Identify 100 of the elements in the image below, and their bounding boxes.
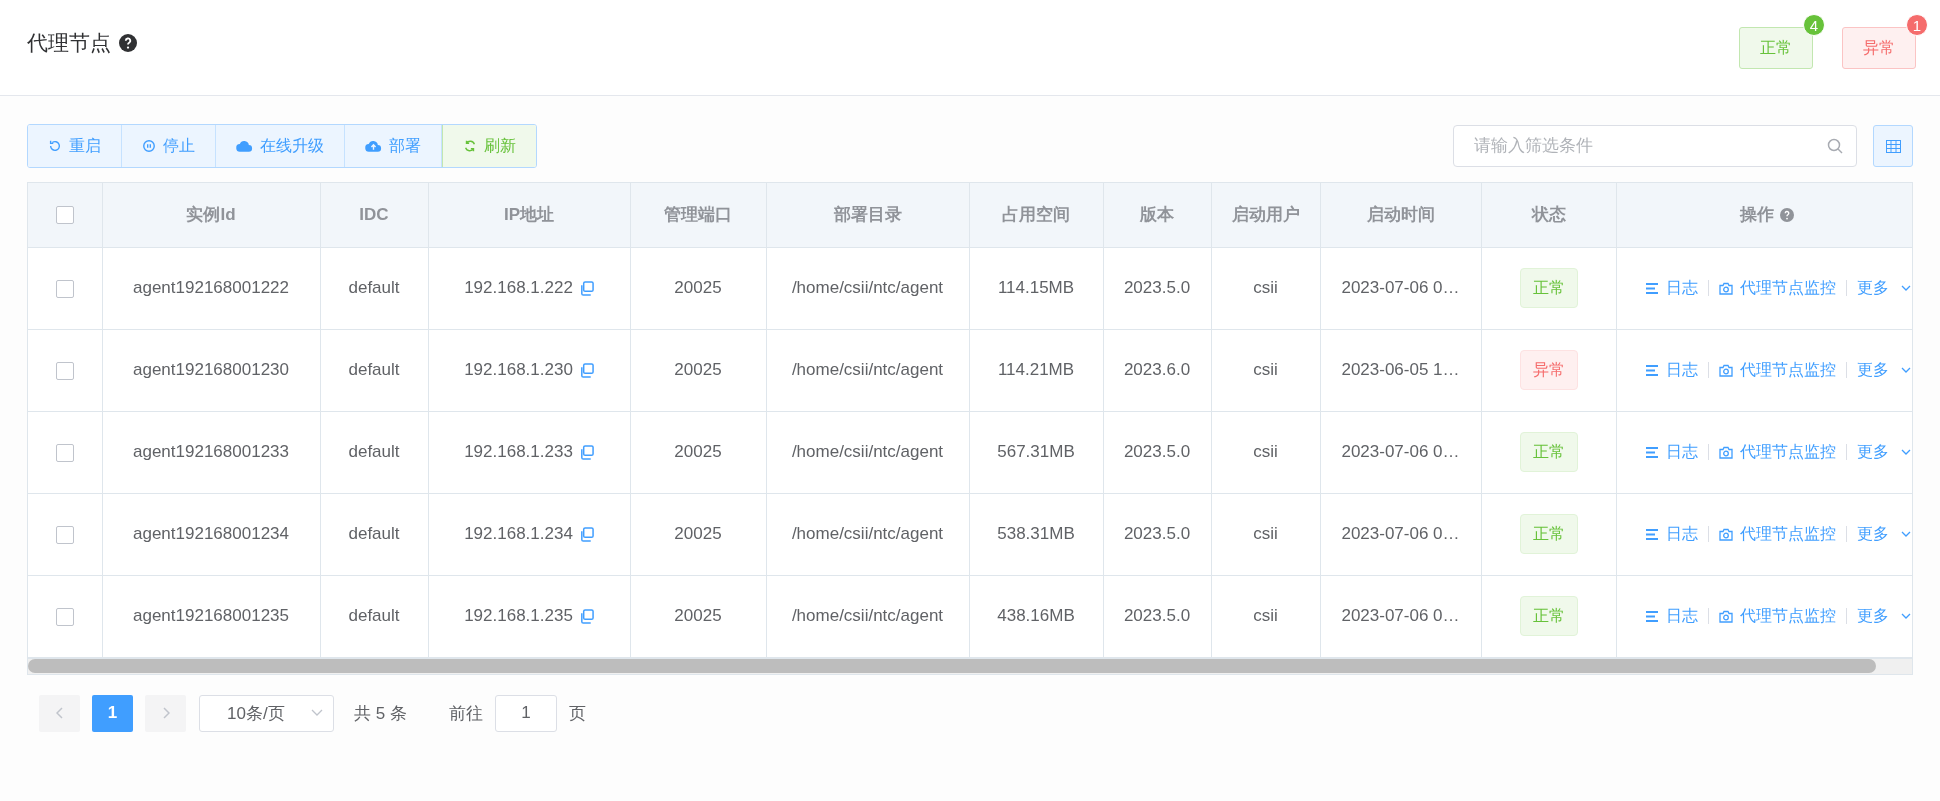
caret-icon [1900, 448, 1911, 456]
status-tag: 正常 [1519, 268, 1578, 308]
action-link[interactable]: 代理节点监控 [1718, 359, 1836, 381]
table-cell: 192.168.1.230 [464, 360, 573, 380]
column-header: 部署目录 [833, 205, 902, 225]
row-checkbox[interactable] [55, 443, 74, 462]
table-cell: 2023-06-05 1… [1341, 360, 1460, 379]
table-cell: 2023-07-06 0… [1341, 606, 1460, 625]
help-icon [119, 34, 137, 52]
status-filter-button[interactable]: 异常 [1842, 27, 1916, 69]
column-header: IP地址 [503, 205, 555, 225]
search-field[interactable]: 请输入筛选条件 [1453, 125, 1857, 167]
action-link[interactable]: 代理节点监控 [1718, 277, 1836, 299]
action-link[interactable]: 日志 [1645, 523, 1698, 545]
row-checkbox[interactable] [55, 279, 74, 298]
table-cell: /home/csii/ntc/agent [791, 278, 944, 297]
chevron-down-icon [311, 709, 323, 717]
row-checkbox[interactable] [55, 525, 74, 544]
table-cell: agent192168001235 [133, 606, 289, 625]
table-cell: default [348, 524, 400, 543]
next-page-button[interactable] [145, 694, 186, 732]
table-cell: 114.21MB [997, 360, 1075, 379]
action-link[interactable]: 更多 [1856, 605, 1889, 627]
previous-page-button[interactable] [39, 694, 80, 732]
column-header: 实例Id [186, 205, 236, 225]
table-cell: 20025 [674, 524, 722, 543]
camera-icon [1718, 609, 1733, 623]
table-cell: agent192168001234 [133, 524, 289, 543]
caret-icon [1900, 612, 1911, 620]
table-cell: 192.168.1.235 [464, 606, 573, 626]
camera-icon [1718, 281, 1733, 295]
table-cell: 538.31MB [997, 524, 1075, 543]
list-icon [1645, 282, 1659, 294]
page-title: 代理节点 [27, 30, 111, 56]
table-cell: 2023.5.0 [1123, 278, 1191, 297]
action-link[interactable]: 更多 [1856, 523, 1889, 545]
table-cell: 2023-07-06 0… [1341, 442, 1460, 461]
list-icon [1645, 446, 1659, 458]
search-icon [1827, 138, 1843, 154]
page-size-select[interactable]: 10条/页 [199, 694, 334, 732]
table-cell: default [348, 606, 400, 625]
row-checkbox[interactable] [55, 361, 74, 380]
toolbar-button[interactable]: 在线升级 [216, 125, 345, 167]
toolbar-button[interactable]: 部署 [345, 125, 442, 167]
toolbar-button[interactable]: 刷新 [442, 125, 536, 167]
action-link[interactable]: 代理节点监控 [1718, 605, 1836, 627]
copy-icon[interactable] [578, 280, 594, 296]
column-settings-button[interactable] [1873, 125, 1913, 167]
column-header: 操作 [1739, 204, 1774, 227]
count-badge: 4 [1803, 14, 1825, 36]
action-link[interactable]: 日志 [1645, 441, 1698, 463]
table-cell: agent192168001230 [133, 360, 289, 379]
table-cell: agent192168001233 [133, 442, 289, 461]
list-icon [1645, 610, 1659, 622]
table-cell: csii [1253, 442, 1278, 461]
caret-icon [1900, 366, 1911, 374]
action-link[interactable]: 代理节点监控 [1718, 441, 1836, 463]
copy-icon[interactable] [578, 444, 594, 460]
column-header: 管理端口 [664, 205, 732, 225]
action-link[interactable]: 代理节点监控 [1718, 523, 1836, 545]
table-cell: 2023.6.0 [1123, 360, 1191, 379]
action-link[interactable]: 更多 [1856, 277, 1889, 299]
table-cell: 192.168.1.233 [464, 442, 573, 462]
cloud-icon [236, 139, 253, 153]
action-link[interactable]: 日志 [1645, 277, 1698, 299]
action-link[interactable]: 更多 [1856, 359, 1889, 381]
column-header: 占用空间 [1002, 205, 1070, 225]
column-header: 版本 [1140, 205, 1174, 225]
table-cell: 2023-07-06 0… [1341, 524, 1460, 543]
goto-label: 前往 [448, 702, 483, 725]
action-link[interactable]: 日志 [1645, 359, 1698, 381]
copy-icon[interactable] [578, 362, 594, 378]
page-number-field[interactable]: 1 [494, 694, 557, 732]
cloud-upload-icon [365, 139, 382, 153]
status-tag: 正常 [1519, 514, 1578, 554]
toolbar-button[interactable]: 重启 [28, 125, 122, 167]
page-button[interactable]: 1 [92, 694, 133, 732]
status-tag: 正常 [1519, 596, 1578, 636]
table-cell: csii [1253, 524, 1278, 543]
caret-icon [1900, 284, 1911, 292]
table-cell: /home/csii/ntc/agent [791, 524, 944, 543]
refresh-icon [463, 139, 477, 153]
table-cell: /home/csii/ntc/agent [791, 360, 944, 379]
action-link[interactable]: 日志 [1645, 605, 1698, 627]
action-link[interactable]: 更多 [1856, 441, 1889, 463]
copy-icon[interactable] [578, 526, 594, 542]
table-cell: 20025 [674, 442, 722, 461]
copy-icon[interactable] [578, 608, 594, 624]
table-cell: 114.15MB [997, 278, 1075, 297]
status-tag: 正常 [1519, 432, 1578, 472]
table-cell: 2023.5.0 [1123, 524, 1191, 543]
camera-icon [1718, 445, 1733, 459]
toolbar-button[interactable]: 停止 [122, 125, 216, 167]
camera-icon [1718, 527, 1733, 541]
status-tag: 异常 [1519, 350, 1578, 390]
table-cell: default [348, 442, 400, 461]
row-checkbox[interactable] [55, 607, 74, 626]
select-all-checkbox[interactable] [55, 206, 74, 225]
table-cell: 2023.5.0 [1123, 606, 1191, 625]
table-cell: /home/csii/ntc/agent [791, 442, 944, 461]
